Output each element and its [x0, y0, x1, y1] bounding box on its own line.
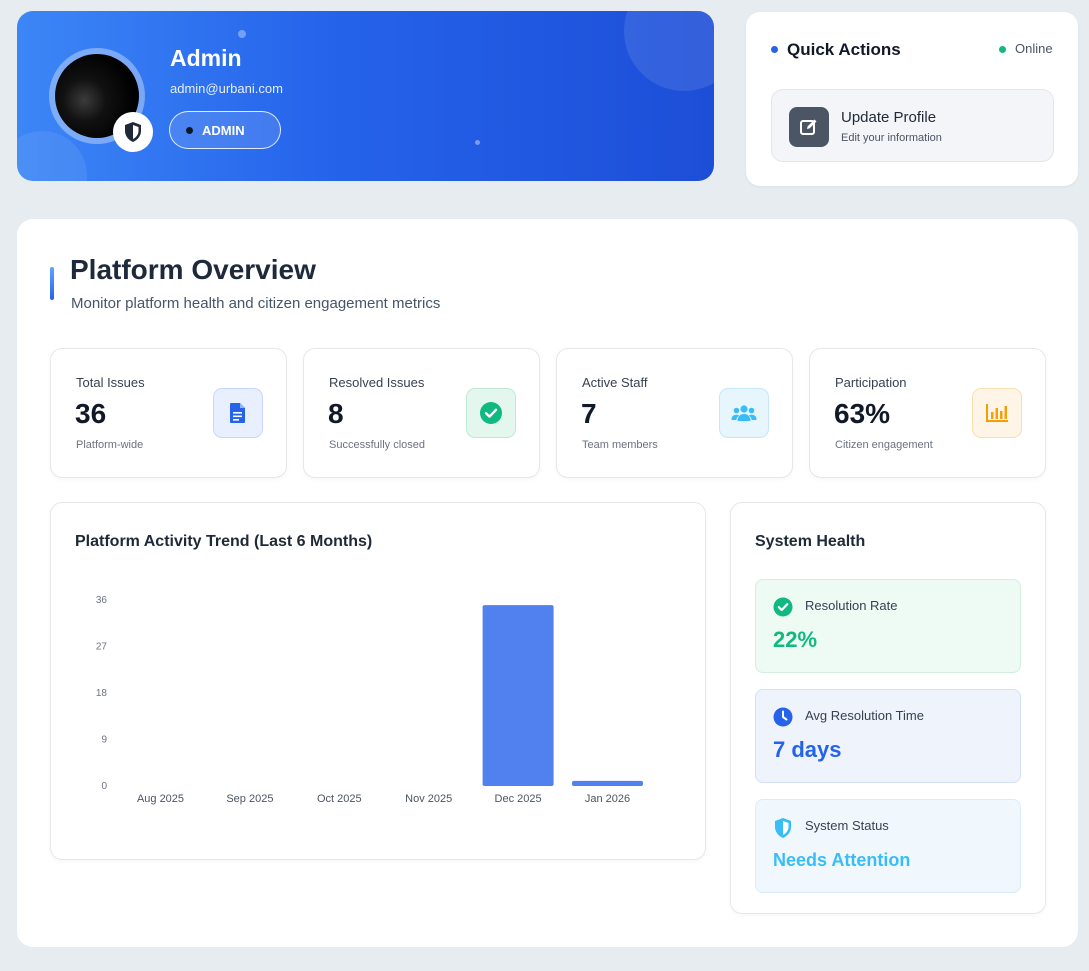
health-avg-resolution-time: Avg Resolution Time 7 days	[755, 689, 1021, 783]
health-value: 7 days	[773, 737, 842, 762]
stat-sub: Platform-wide	[76, 439, 144, 451]
stat-label: Participation	[835, 375, 907, 390]
stat-label: Resolved Issues	[329, 375, 425, 390]
clock-icon	[773, 707, 793, 727]
health-label: Resolution Rate	[805, 598, 898, 613]
check-circle-icon	[773, 597, 793, 617]
health-resolution-rate: Resolution Rate 22%	[755, 579, 1021, 673]
document-icon	[213, 388, 263, 438]
profile-name: Admin	[170, 45, 242, 71]
y-tick-label: 0	[101, 781, 107, 792]
decorative-circle	[624, 11, 714, 91]
role-dot	[186, 126, 193, 134]
profile-email: admin@urbani.com	[170, 81, 283, 96]
update-profile-button[interactable]: Update Profile Edit your information	[771, 89, 1054, 162]
stat-value: 8	[328, 398, 344, 429]
decorative-dot	[238, 30, 246, 38]
stat-sub: Team members	[582, 439, 658, 451]
system-health-title: System Health	[755, 533, 866, 550]
bar-chart-icon	[972, 388, 1022, 438]
health-label: System Status	[805, 818, 889, 833]
role-badge: ADMIN	[169, 111, 281, 149]
quick-actions-card: Quick Actions Online Update Profile Edit…	[746, 12, 1078, 186]
role-label: ADMIN	[202, 122, 245, 138]
platform-overview-panel: Platform Overview Monitor platform healt…	[17, 219, 1078, 947]
stat-card-resolved-issues: Resolved Issues 8 Successfully closed	[303, 348, 540, 478]
health-value: 22%	[773, 627, 818, 652]
profile-banner: Admin admin@urbani.com ADMIN	[17, 11, 714, 181]
update-profile-label: Update Profile	[841, 109, 937, 126]
x-tick-label: Sep 2025	[226, 793, 273, 805]
users-icon	[719, 388, 769, 438]
health-value: Needs Attention	[773, 850, 911, 870]
y-tick-label: 18	[96, 688, 108, 699]
shield-icon	[773, 817, 793, 838]
stat-card-participation: Participation 63% Citizen engagement	[809, 348, 1046, 478]
x-tick-label: Nov 2025	[405, 793, 452, 805]
check-circle-icon	[466, 388, 516, 438]
x-tick-label: Oct 2025	[317, 793, 362, 805]
quick-actions-dot	[771, 46, 778, 53]
y-tick-label: 36	[96, 595, 108, 606]
online-status-dot	[999, 46, 1006, 53]
x-tick-label: Jan 2026	[585, 793, 630, 805]
y-tick-label: 9	[101, 735, 107, 746]
page-title: Platform Overview	[70, 254, 316, 285]
health-label: Avg Resolution Time	[805, 708, 924, 723]
stat-value: 7	[581, 398, 597, 429]
stat-card-active-staff: Active Staff 7 Team members	[556, 348, 793, 478]
page-subtitle: Monitor platform health and citizen enga…	[71, 295, 441, 312]
online-status-label: Online	[1015, 41, 1053, 56]
system-health-card: System Health Resolution Rate 22% Avg Re…	[730, 502, 1046, 914]
shield-badge-icon	[113, 112, 153, 152]
decorative-dot	[475, 140, 480, 145]
activity-chart-card: Platform Activity Trend (Last 6 Months) …	[50, 502, 706, 860]
x-tick-label: Aug 2025	[137, 793, 184, 805]
stat-label: Total Issues	[76, 375, 145, 390]
edit-icon	[789, 107, 829, 147]
stat-sub: Citizen engagement	[835, 439, 933, 451]
quick-actions-title: Quick Actions	[787, 40, 901, 59]
bar[interactable]	[482, 605, 554, 786]
bar[interactable]	[572, 780, 643, 786]
title-accent-bar	[50, 267, 54, 300]
stat-card-total-issues: Total Issues 36 Platform-wide	[50, 348, 287, 478]
y-tick-label: 27	[96, 642, 108, 653]
stat-label: Active Staff	[582, 375, 648, 390]
activity-bar-chart: 0 9 18 27 36 Aug 2025 Sep 2025 Oct 2025 Nov 2025…	[96, 595, 643, 805]
stat-sub: Successfully closed	[329, 439, 425, 451]
health-system-status: System Status Needs Attention	[755, 799, 1021, 893]
update-profile-sub: Edit your information	[841, 132, 942, 144]
stat-value: 36	[75, 398, 107, 429]
x-tick-label: Dec 2025	[495, 793, 542, 805]
stat-value: 63%	[834, 398, 891, 429]
